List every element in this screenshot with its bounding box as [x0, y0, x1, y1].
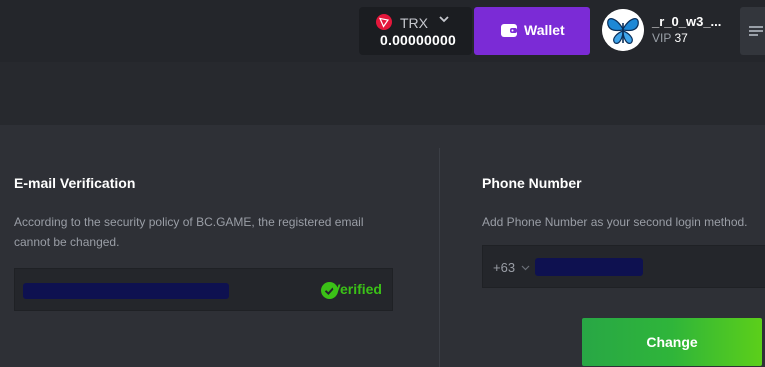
phone-description: Add Phone Number as your second login me…	[482, 215, 748, 229]
email-field: Verified	[14, 268, 393, 311]
chevron-down-icon	[439, 16, 449, 23]
avatar[interactable]	[602, 9, 644, 51]
redacted-phone	[535, 258, 643, 276]
currency-label: TRX	[400, 15, 428, 31]
phone-input[interactable]: +63	[482, 245, 765, 288]
chevron-down-icon	[521, 265, 530, 271]
phone-section-title: Phone Number	[482, 175, 582, 191]
vip-badge: VIP 37	[652, 31, 688, 45]
change-button[interactable]: Change	[582, 318, 762, 366]
menu-button[interactable]	[740, 7, 765, 55]
wallet-icon	[501, 24, 517, 37]
butterfly-avatar-image	[602, 9, 644, 51]
header-band	[0, 62, 765, 125]
menu-icon	[749, 26, 763, 36]
wallet-button[interactable]: Wallet	[474, 7, 590, 55]
change-button-label: Change	[646, 334, 698, 350]
balance-value: 0.00000000	[380, 32, 456, 48]
username[interactable]: _r_0_w3_...	[652, 14, 721, 29]
section-divider	[439, 148, 440, 367]
email-description: According to the security policy of BC.G…	[14, 212, 363, 252]
email-section-title: E-mail Verification	[14, 175, 136, 191]
vip-label: VIP	[652, 31, 672, 45]
country-code[interactable]: +63	[493, 260, 515, 275]
wallet-label: Wallet	[524, 22, 565, 38]
trx-icon	[376, 14, 392, 30]
top-bar: TRX 0.00000000 Wallet _r_0_w3_... VIP 37	[0, 0, 765, 62]
email-description-line1: According to the security policy of BC.G…	[14, 215, 364, 229]
email-description-line2: cannot be changed.	[14, 235, 120, 249]
vip-level: 37	[674, 31, 688, 45]
verified-status: Verified	[331, 281, 382, 297]
currency-selector[interactable]: TRX 0.00000000	[359, 7, 472, 55]
redacted-email	[23, 283, 229, 299]
